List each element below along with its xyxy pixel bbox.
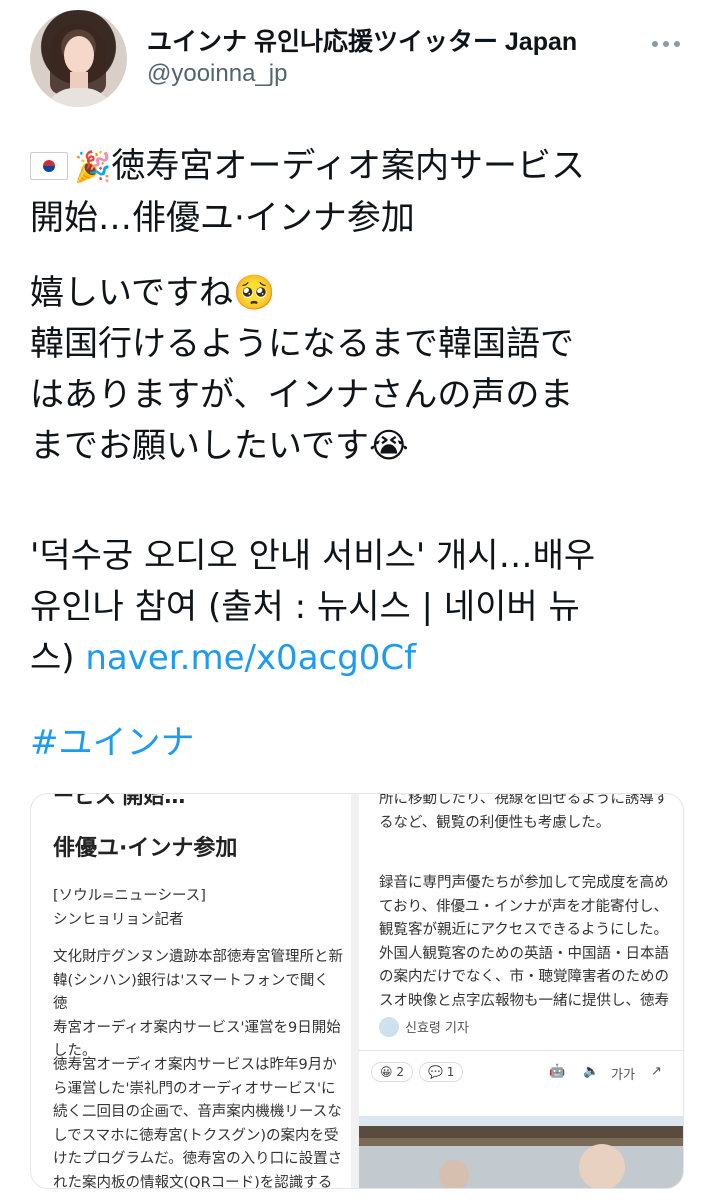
headline-text: 徳寿宮オーディオ案内サービス 開始…俳優ユ·インナ参加: [30, 146, 585, 238]
hashtag-link[interactable]: #ユインナ: [30, 718, 690, 769]
reporter-avatar: [379, 1017, 399, 1037]
article-paragraph: 所に移動したり、視線を回せるように誘導す るなど、観覧の利便性も考慮した。: [379, 794, 669, 831]
article-cut-header: ービス'開始…: [53, 794, 186, 808]
tweet-text-korean: '덕수궁 오디오 안내 서비스' 개시…배우 유인나 참여 (출처 : 뉴시스 …: [30, 531, 690, 684]
share-icon: ↗: [651, 1064, 662, 1079]
more-options-icon[interactable]: [652, 32, 688, 47]
article-right-column: 所に移動したり、視線を回せるように誘導す るなど、観覧の利便性も考慮した。 録音…: [359, 794, 683, 1188]
article-link[interactable]: naver.me/x0acg0Cf: [85, 638, 416, 678]
author-name[interactable]: ユインナ 유인나応援ツイッター Japan: [147, 22, 577, 58]
reaction-button: 😀 2: [371, 1062, 413, 1082]
article-dateline: [ソウル=ニューシース] シンヒョリョン記者: [53, 888, 206, 928]
article-title: 俳優ユ·インナ参加: [53, 836, 238, 861]
article-paragraph: 徳寿宮オーディオ案内サービスは昨年9月か ら運営した'崇礼門のオーディオサービス…: [53, 1057, 343, 1188]
article-actions: 😀 2 💬 1 🤖 🔈 가가 ↗: [371, 1062, 671, 1086]
korean-flag-icon: [30, 152, 68, 180]
attached-image[interactable]: ービス'開始… 俳優ユ·インナ参加 [ソウル=ニューシース] シンヒョリョン記者…: [30, 793, 684, 1189]
article-paragraph: 文化財庁グンヌン遺跡本部徳寿宮管理所と新 韓(シンハン)銀行は'スマートフォンで…: [53, 949, 343, 1059]
author-handle[interactable]: @yooinna_jp: [147, 60, 287, 88]
tweet-text-headline: 🎉徳寿宮オーディオ案内サービス 開始…俳優ユ·インナ参加: [30, 141, 690, 244]
article-paragraph: 録音に専門声優たちが参加して完成度を高め ており、俳優ユ・インナが声を才能寄付し…: [379, 875, 669, 1009]
reaction-count: 2: [396, 1065, 404, 1079]
reporter-byline: 신효령 기자: [379, 1017, 469, 1037]
tweet-header: ユインナ 유인나応援ツイッター Japan @yooinna_jp: [30, 10, 690, 107]
comment-count: 1: [446, 1065, 455, 1079]
divider: [359, 1050, 683, 1051]
party-popper-icon: 🎉: [74, 150, 112, 185]
font-size-label: 가가: [611, 1068, 635, 1083]
robot-icon: 🤖: [549, 1064, 566, 1079]
article-left-column: ービス'開始… 俳優ユ·インナ参加 [ソウル=ニューシース] シンヒョリョン記者…: [31, 794, 351, 1188]
tweet-text-body: 嬉しいですね🥺 韓国行けるようになるまで韓国語で はありますが、インナさんの声の…: [30, 273, 574, 466]
reporter-name: 신효령 기자: [405, 1021, 469, 1036]
avatar[interactable]: [30, 10, 127, 107]
audio-icon: 🔈: [583, 1064, 600, 1079]
comment-button: 💬 1: [418, 1062, 464, 1082]
article-photo: [359, 1116, 683, 1188]
